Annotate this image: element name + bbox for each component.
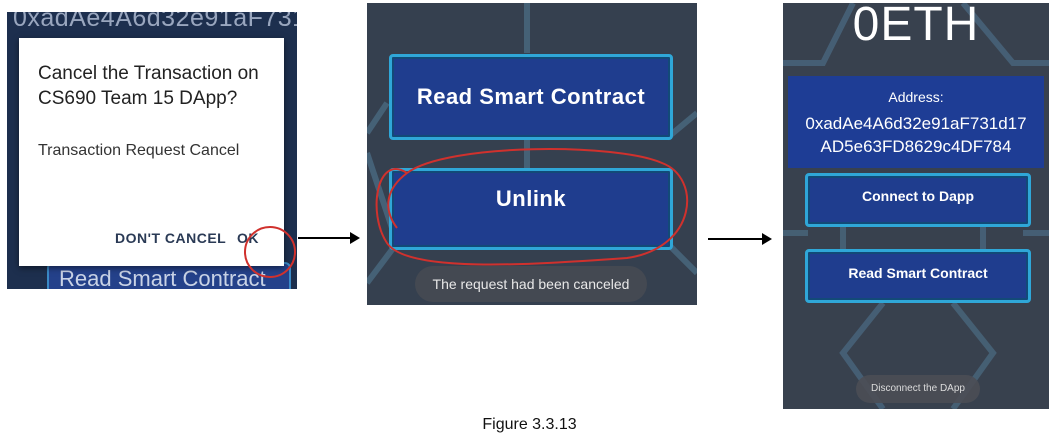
address-label: Address: [888,89,944,105]
address-value-line2: AD5e63FD8629c4DF784 [820,137,1012,156]
unlink-highlight-loop [375,148,689,266]
dialog-message: Transaction Request Cancel [38,142,240,159]
background-read-contract-label: Read Smart Contract [59,266,266,289]
dialog-title: Cancel the Transaction on CS690 Team 15 … [38,63,259,109]
screenshot-unlink: Read Smart Contract Unlink The request h… [367,3,697,305]
background-address-text: 0xadAe4A6d32e91aF731d17 [13,12,297,32]
screenshot-cancel-dialog: 0xadAe4A6d32e91aF731d17 Read Smart Contr… [7,12,297,289]
connect-to-dapp-button[interactable]: Connect to Dapp [805,173,1031,227]
flow-arrow-2 [708,233,772,245]
dont-cancel-button[interactable]: DON'T CANCEL [115,230,226,246]
cancel-transaction-dialog: Cancel the Transaction on CS690 Team 15 … [19,38,296,278]
disconnect-toast: Disconnect the DApp [856,375,980,403]
address-value-line1: 0xadAe4A6d32e91aF731d17 [805,114,1027,133]
flow-arrow-1 [298,232,360,244]
read-smart-contract-button[interactable]: Read Smart Contract [805,249,1031,303]
ok-highlight-circle [244,226,296,278]
balance-text: 0ETH [852,3,980,51]
figure-caption: Figure 3.3.13 [482,416,577,433]
address-card: Address: 0xadAe4A6d32e91aF731d17 AD5e63F… [788,76,1044,168]
screenshot-wallet: 0ETH Address: 0xadAe4A6d32e91aF731d17 AD… [783,3,1049,409]
canceled-toast: The request had been canceled [415,266,647,302]
